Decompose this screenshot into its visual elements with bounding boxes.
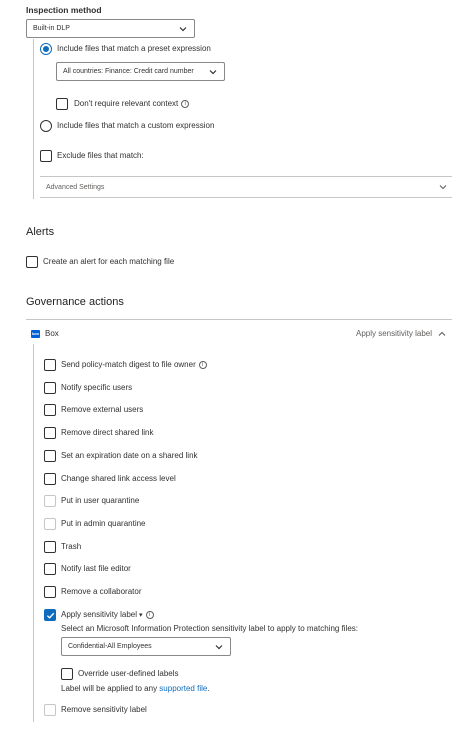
checkmark-icon	[46, 612, 55, 619]
radio-custom-expression[interactable]	[40, 120, 52, 132]
advanced-settings-toggle[interactable]: Advanced Settings	[40, 177, 452, 197]
info-icon[interactable]: i	[145, 610, 154, 619]
action-label: Remove a collaborator	[61, 587, 142, 596]
inspection-method-heading: Inspection method	[26, 5, 102, 15]
advanced-divider-bottom	[40, 197, 452, 198]
radio-custom-label: Include files that match a custom expres…	[57, 121, 215, 130]
governance-divider	[26, 319, 452, 320]
exclude-files-label: Exclude files that match:	[57, 151, 144, 160]
inspection-indent-line	[33, 39, 34, 199]
action-checkbox[interactable]	[44, 563, 56, 575]
action-checkbox[interactable]	[44, 450, 56, 462]
action-label: Put in user quarantine	[61, 496, 140, 505]
info-icon[interactable]: i	[181, 99, 190, 108]
action-label: Send policy-match digest to file owner i	[61, 359, 207, 371]
action-label: Set an expiration date on a shared link	[61, 451, 198, 460]
sensitivity-label-value: Confidential-All Employees	[68, 643, 152, 650]
chevron-down-icon	[439, 185, 447, 190]
info-icon[interactable]: i	[198, 360, 207, 369]
remove-sensitivity-label-label: Remove sensitivity label	[61, 705, 147, 714]
chevron-down-icon	[209, 70, 217, 75]
governance-heading: Governance actions	[26, 296, 124, 308]
action-label: Remove direct shared link	[61, 428, 154, 437]
dont-require-context-checkbox[interactable]	[56, 98, 68, 110]
action-label: Trash	[61, 542, 82, 551]
governance-indent-line	[33, 344, 34, 722]
supported-file-link[interactable]: supported file	[159, 684, 207, 693]
sensitivity-label-select[interactable]: Confidential-All Employees	[61, 637, 231, 656]
chevron-down-icon	[179, 27, 187, 32]
chevron-up-icon	[438, 331, 446, 336]
override-labels-checkbox[interactable]	[61, 668, 73, 680]
radio-preset-expression[interactable]	[40, 43, 52, 55]
applied-note: Label will be applied to any supported f…	[61, 684, 210, 693]
action-checkbox[interactable]	[44, 541, 56, 553]
override-labels-label: Override user-defined labels	[78, 669, 179, 678]
action-label: Notify specific users	[61, 383, 133, 392]
action-checkbox[interactable]	[44, 359, 56, 371]
chevron-down-icon	[215, 645, 223, 650]
exclude-files-checkbox[interactable]	[40, 150, 52, 162]
action-label: Notify last file editor	[61, 564, 131, 573]
sensitivity-prompt: Select an Microsoft Information Protecti…	[61, 624, 359, 633]
remove-sensitivity-label-checkbox[interactable]	[44, 704, 56, 716]
create-alert-checkbox[interactable]	[26, 256, 38, 268]
box-app-summary: Apply sensitivity label	[356, 329, 433, 338]
action-checkbox[interactable]	[44, 404, 56, 416]
radio-preset-label: Include files that match a preset expres…	[57, 44, 211, 53]
create-alert-label: Create an alert for each matching file	[43, 257, 175, 266]
action-label: Remove external users	[61, 405, 144, 414]
action-checkbox[interactable]	[44, 382, 56, 394]
alerts-heading: Alerts	[26, 226, 55, 238]
action-label: Put in admin quarantine	[61, 519, 146, 528]
action-label: Change shared link access level	[61, 474, 176, 483]
action-label: Apply sensitivity label ▾ i	[61, 609, 154, 622]
preset-expression-select[interactable]: All countries: Finance: Credit card numb…	[56, 62, 225, 81]
caret-down-icon[interactable]: ▾	[137, 612, 143, 619]
box-app-header[interactable]: box Box Apply sensitivity label	[26, 326, 452, 342]
action-checkbox[interactable]	[44, 473, 56, 485]
action-checkbox[interactable]	[44, 518, 56, 530]
dont-require-context-label: Don't require relevant context i	[74, 98, 190, 110]
inspection-method-value: Built-in DLP	[33, 25, 70, 32]
action-checkbox[interactable]	[44, 609, 56, 621]
box-logo-icon: box	[31, 330, 40, 338]
action-checkbox[interactable]	[44, 586, 56, 598]
box-app-name: Box	[45, 329, 59, 338]
action-checkbox[interactable]	[44, 427, 56, 439]
advanced-settings-label: Advanced Settings	[46, 184, 105, 191]
inspection-method-select[interactable]: Built-in DLP	[26, 19, 195, 38]
action-checkbox[interactable]	[44, 495, 56, 507]
preset-expression-value: All countries: Finance: Credit card numb…	[63, 68, 194, 75]
